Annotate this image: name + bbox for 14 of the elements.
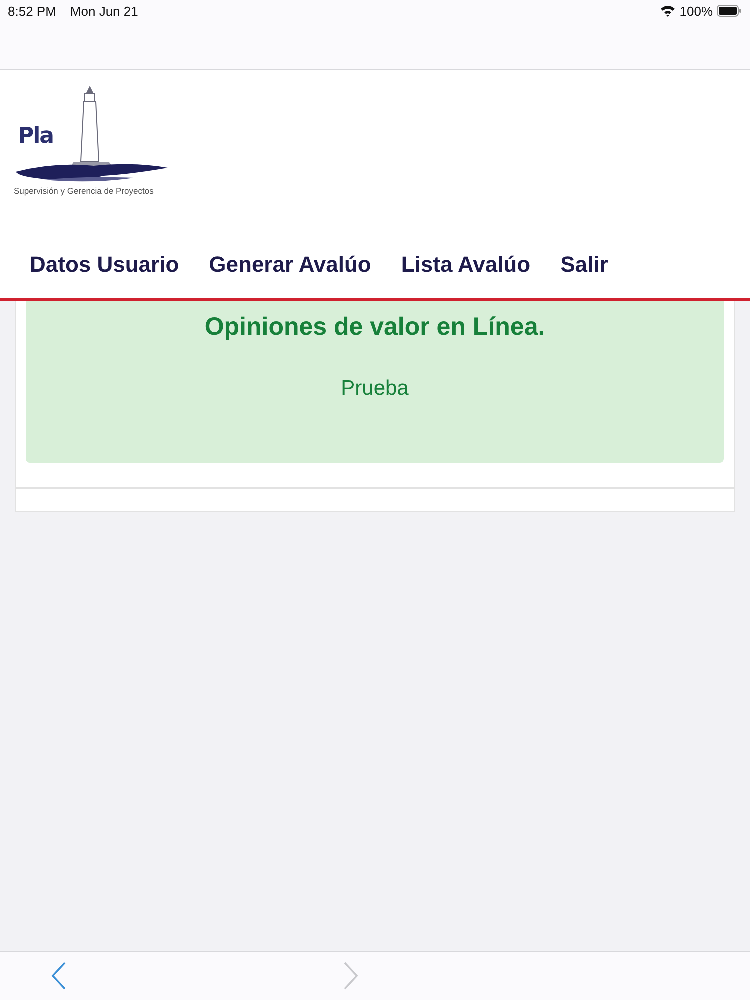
battery-percent: 100% [680, 4, 713, 18]
nav-link[interactable]: Salir [560, 252, 608, 278]
wifi-icon [660, 5, 676, 17]
logo-tagline: Supervisión y Gerencia de Proyectos [14, 186, 154, 196]
battery-icon [717, 5, 742, 17]
nav-link[interactable]: Lista Avalúo [401, 252, 531, 278]
alert-heading: Opiniones de valor en Línea. [204, 313, 546, 342]
alert-text: Prueba [341, 377, 409, 401]
back-icon[interactable] [50, 961, 68, 991]
status-time: 8:52 PM [8, 4, 56, 18]
nav-link[interactable]: Datos Usuario [30, 252, 180, 278]
status-date: Mon Jun 21 [70, 4, 138, 18]
nav-link[interactable]: Generar Avalúo [209, 252, 372, 278]
logo-wordmark: Pla [18, 124, 54, 149]
